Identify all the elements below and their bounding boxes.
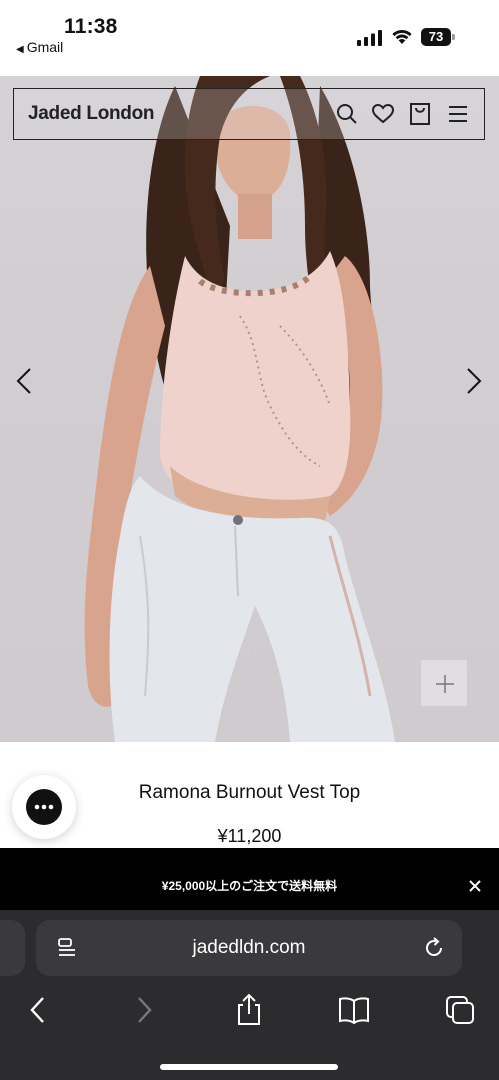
free-shipping-banner: ¥25,000以上のご注文で送料無料 <box>0 848 499 910</box>
browser-chrome: jadedldn.com <box>0 910 499 1080</box>
chat-bubble-inner <box>26 789 62 825</box>
previous-tab-preview[interactable] <box>0 920 25 976</box>
browser-back-button[interactable] <box>20 992 56 1028</box>
site-header: Jaded London <box>13 88 485 140</box>
chat-support-button[interactable] <box>12 775 76 839</box>
status-time: 11:38 <box>64 15 118 38</box>
chat-dots-icon <box>34 804 54 810</box>
share-icon <box>238 993 260 1025</box>
home-indicator <box>160 1064 338 1070</box>
product-image-carousel[interactable] <box>0 76 499 742</box>
forward-chevron-icon <box>138 997 152 1023</box>
carousel-prev-button[interactable] <box>10 366 40 396</box>
browser-forward-button[interactable] <box>126 992 162 1028</box>
cellular-signal-icon <box>357 30 382 46</box>
bag-icon[interactable] <box>408 102 432 126</box>
close-banner-button[interactable] <box>464 875 486 897</box>
address-bar[interactable]: jadedldn.com <box>36 920 462 976</box>
url-text: jadedldn.com <box>192 937 306 958</box>
back-chevron-icon <box>30 997 44 1023</box>
brand-logo[interactable]: Jaded London <box>28 103 155 125</box>
plus-icon <box>436 675 454 693</box>
menu-icon[interactable] <box>446 102 470 126</box>
zoom-button[interactable] <box>421 660 467 706</box>
back-to-app-link[interactable]: ◀ Gmail <box>16 39 63 55</box>
browser-toolbar <box>0 992 499 1036</box>
share-button[interactable] <box>231 992 267 1028</box>
promo-text: ¥25,000以上のご注文で送料無料 <box>161 879 338 893</box>
chevron-right-icon <box>467 368 482 394</box>
bookmarks-button[interactable] <box>336 992 372 1028</box>
battery-indicator: 73 <box>421 28 455 46</box>
back-triangle-icon: ◀ <box>16 44 24 55</box>
wifi-icon <box>392 29 412 44</box>
battery-level: 73 <box>421 28 451 46</box>
product-price: ¥11,200 <box>217 826 282 846</box>
product-photo <box>84 76 396 742</box>
battery-cap <box>452 34 455 40</box>
reload-icon[interactable] <box>422 936 446 960</box>
close-icon <box>469 880 481 892</box>
heart-icon[interactable] <box>371 102 395 126</box>
status-bar: 11:38 ◀ Gmail 73 <box>0 0 499 76</box>
tabs-button[interactable] <box>442 992 478 1028</box>
tabs-icon <box>446 996 474 1024</box>
carousel-next-button[interactable] <box>458 366 488 396</box>
chevron-left-icon <box>16 368 31 394</box>
book-icon <box>339 997 369 1025</box>
search-icon[interactable] <box>335 102 359 126</box>
back-app-label: Gmail <box>26 39 64 55</box>
